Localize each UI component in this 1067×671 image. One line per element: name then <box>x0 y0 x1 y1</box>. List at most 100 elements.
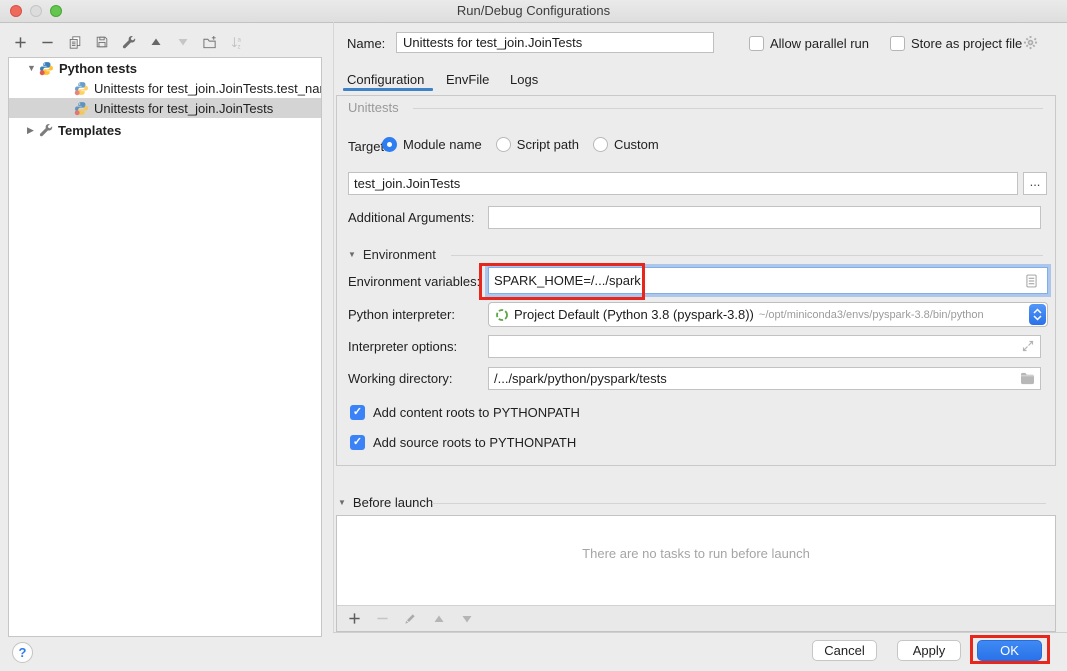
working-directory-input[interactable] <box>488 367 1041 390</box>
working-directory-label: Working directory: <box>348 371 453 386</box>
help-button[interactable]: ? <box>12 642 33 663</box>
checkbox-unchecked-icon <box>890 36 905 51</box>
radio-label: Script path <box>517 137 579 152</box>
copy-icon <box>68 35 82 50</box>
add-configuration-button[interactable] <box>12 33 29 51</box>
allow-parallel-run-label: Allow parallel run <box>770 36 869 51</box>
active-tab-underline <box>343 88 433 91</box>
name-input[interactable] <box>396 32 714 53</box>
add-source-roots-checkbox[interactable]: ✓ Add source roots to PYTHONPATH <box>350 435 576 450</box>
before-launch-section-header[interactable]: ▼ Before launch <box>338 495 433 510</box>
plus-icon <box>348 612 361 625</box>
before-launch-empty-message: There are no tasks to run before launch <box>337 546 1055 561</box>
move-task-down-button[interactable] <box>458 610 475 628</box>
store-options-gear-button[interactable] <box>1023 35 1038 53</box>
new-folder-icon <box>202 35 218 50</box>
tree-item-label: Unittests for test_join.JoinTests.test_n… <box>94 81 321 96</box>
browse-button[interactable]: ... <box>1023 172 1047 195</box>
tree-item-templates[interactable]: ▶ Templates <box>9 120 321 140</box>
expanded-twisty-icon[interactable]: ▼ <box>27 63 39 73</box>
group-separator <box>451 255 1043 256</box>
radio-label: Module name <box>403 137 482 152</box>
tree-item-unittests-test-narrow[interactable]: Unittests for test_join.JoinTests.test_n… <box>9 78 321 98</box>
before-launch-task-list: There are no tasks to run before launch <box>336 515 1056 632</box>
python-tests-icon <box>39 61 54 76</box>
sort-alphabetically-button[interactable]: az <box>228 33 245 51</box>
add-source-roots-label: Add source roots to PYTHONPATH <box>373 435 576 450</box>
expand-icon <box>1022 340 1034 352</box>
browse-directory-button[interactable] <box>1020 372 1035 385</box>
pencil-icon <box>404 612 417 625</box>
save-configuration-button[interactable] <box>93 33 110 51</box>
chevron-up-icon <box>1033 308 1042 314</box>
name-label: Name: <box>347 36 385 51</box>
tree-item-unittests-jointests[interactable]: Unittests for test_join.JoinTests <box>9 98 321 118</box>
checkbox-checked-icon: ✓ <box>350 435 365 450</box>
plus-icon <box>14 36 27 49</box>
additional-arguments-input[interactable] <box>488 206 1041 229</box>
allow-parallel-run-checkbox[interactable]: Allow parallel run <box>749 36 869 51</box>
arrow-down-icon <box>177 36 189 48</box>
collapsed-twisty-icon[interactable]: ▶ <box>27 125 39 136</box>
svg-text:z: z <box>237 43 240 49</box>
configuration-panel: Unittests Target: Module name Script pat… <box>336 95 1056 466</box>
python-interpreter-select[interactable]: Project Default (Python 3.8 (pyspark-3.8… <box>488 302 1048 327</box>
section-collapse-icon[interactable]: ▼ <box>338 498 346 507</box>
tab-logs[interactable]: Logs <box>510 72 538 90</box>
copy-configuration-button[interactable] <box>66 33 83 51</box>
move-task-up-button[interactable] <box>430 610 447 628</box>
radio-module-name[interactable]: Module name <box>382 137 482 152</box>
configurations-toolbar: az <box>12 31 245 53</box>
radio-selected-icon <box>382 137 397 152</box>
gear-icon <box>1023 35 1038 50</box>
apply-button[interactable]: Apply <box>897 640 961 661</box>
environment-variables-input[interactable] <box>488 267 1048 294</box>
python-interpreter-path: ~/opt/miniconda3/envs/pyspark-3.8/bin/py… <box>759 309 984 321</box>
new-folder-button[interactable] <box>201 33 218 51</box>
environment-section-header[interactable]: ▼ Environment <box>348 247 436 262</box>
edit-task-button[interactable] <box>402 610 419 628</box>
remove-task-button[interactable] <box>374 610 391 628</box>
tree-item-label: Unittests for test_join.JoinTests <box>94 101 273 116</box>
sort-az-icon: az <box>230 35 244 50</box>
tree-item-python-tests[interactable]: ▼ Python tests <box>9 58 321 78</box>
conda-environment-icon <box>495 308 509 322</box>
store-as-project-file-checkbox[interactable]: Store as project file <box>890 36 1022 51</box>
move-down-button[interactable] <box>174 33 191 51</box>
target-module-input[interactable] <box>348 172 1018 195</box>
folder-icon <box>1020 372 1035 385</box>
variables-list-icon <box>1026 274 1037 288</box>
radio-script-path[interactable]: Script path <box>496 137 579 152</box>
tab-envfile[interactable]: EnvFile <box>446 72 489 90</box>
minus-icon <box>41 36 54 49</box>
interpreter-options-label: Interpreter options: <box>348 339 457 354</box>
checkbox-unchecked-icon <box>749 36 764 51</box>
python-test-icon <box>74 101 89 116</box>
interpreter-options-input[interactable] <box>488 335 1041 358</box>
edit-templates-button[interactable] <box>120 33 137 51</box>
title-bar: Run/Debug Configurations <box>0 0 1067 23</box>
expand-field-button[interactable] <box>1022 340 1034 352</box>
move-up-button[interactable] <box>147 33 164 51</box>
browse-variables-button[interactable] <box>1026 274 1037 288</box>
tree-item-label: Templates <box>58 123 121 138</box>
radio-label: Custom <box>614 137 659 152</box>
ok-button[interactable]: OK <box>977 640 1042 661</box>
python-interpreter-value: Project Default (Python 3.8 (pyspark-3.8… <box>514 307 754 322</box>
svg-text:a: a <box>237 36 241 43</box>
add-task-button[interactable] <box>346 610 363 628</box>
radio-custom[interactable]: Custom <box>593 137 659 152</box>
section-collapse-icon[interactable]: ▼ <box>348 250 356 259</box>
unittests-group-label: Unittests <box>348 100 399 115</box>
cancel-button[interactable]: Cancel <box>812 640 877 661</box>
remove-configuration-button[interactable] <box>39 33 56 51</box>
interpreter-dropdown-button[interactable] <box>1029 304 1046 325</box>
run-debug-configurations-dialog: Run/Debug Configurations az <box>0 0 1067 671</box>
radio-unselected-icon <box>496 137 511 152</box>
add-content-roots-label: Add content roots to PYTHONPATH <box>373 405 580 420</box>
before-launch-group-label: Before launch <box>353 495 433 510</box>
add-content-roots-checkbox[interactable]: ✓ Add content roots to PYTHONPATH <box>350 405 580 420</box>
radio-unselected-icon <box>593 137 608 152</box>
additional-arguments-label: Additional Arguments: <box>348 210 474 225</box>
before-launch-toolbar <box>337 605 1055 631</box>
